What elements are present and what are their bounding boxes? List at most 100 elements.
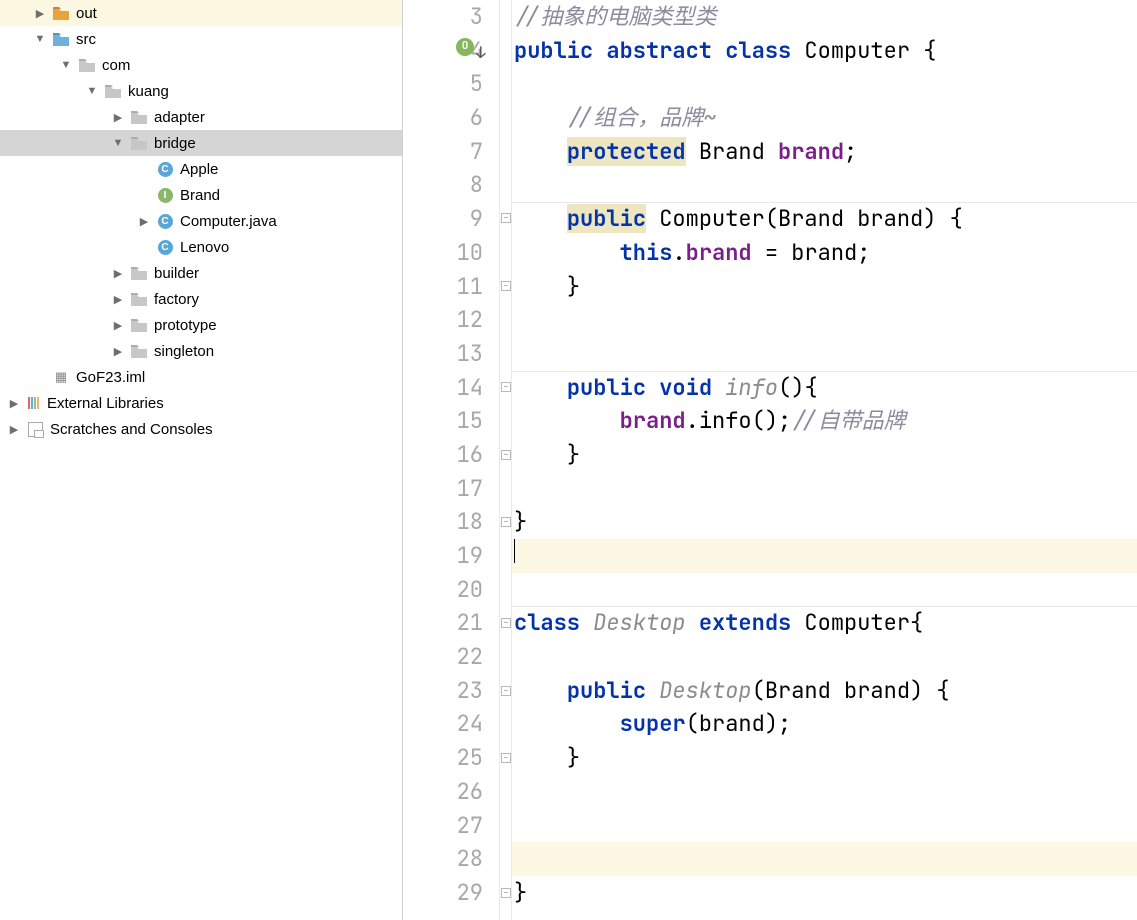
- tree-item-apple[interactable]: ▶ C Apple: [0, 156, 402, 182]
- line-number: 3: [403, 0, 483, 34]
- code-line[interactable]: super(brand);: [512, 707, 1137, 741]
- tree-label: External Libraries: [47, 395, 164, 412]
- line-number: 20: [403, 573, 483, 607]
- code-line[interactable]: this.brand = brand;: [512, 236, 1137, 270]
- code-line[interactable]: [512, 640, 1137, 674]
- tree-label: builder: [154, 265, 199, 282]
- tree-label: GoF23.iml: [76, 369, 145, 386]
- fold-open-icon[interactable]: –: [501, 382, 511, 392]
- tree-item-adapter[interactable]: ▶ adapter: [0, 104, 402, 130]
- code-line[interactable]: public Computer(Brand brand) {: [512, 202, 1137, 236]
- tree-item-src[interactable]: ▼ src: [0, 26, 402, 52]
- code-line[interactable]: public Desktop(Brand brand) {: [512, 674, 1137, 708]
- package-icon: [130, 343, 148, 359]
- tree-label: Scratches and Consoles: [50, 421, 213, 438]
- code-line[interactable]: [512, 168, 1137, 202]
- chevron-down-icon[interactable]: ▼: [32, 31, 48, 47]
- code-line[interactable]: [512, 842, 1137, 876]
- code-area[interactable]: //抽象的电脑类型类 public abstract class Compute…: [512, 0, 1137, 920]
- chevron-right-icon[interactable]: ▶: [110, 343, 126, 359]
- code-line[interactable]: [512, 573, 1137, 607]
- chevron-down-icon[interactable]: ▼: [110, 135, 126, 151]
- scratches-icon: [26, 421, 44, 437]
- chevron-right-icon[interactable]: ▶: [110, 317, 126, 333]
- chevron-right-icon[interactable]: ▶: [32, 5, 48, 21]
- tree-label: kuang: [128, 83, 169, 100]
- tree-label: prototype: [154, 317, 217, 334]
- class-icon: C: [156, 161, 174, 177]
- code-line[interactable]: }: [512, 270, 1137, 304]
- class-icon: C: [156, 213, 174, 229]
- fold-close-icon[interactable]: –: [501, 888, 511, 898]
- tree-item-brand[interactable]: ▶ I Brand: [0, 182, 402, 208]
- fold-open-icon[interactable]: –: [501, 213, 511, 223]
- chevron-right-icon[interactable]: ▶: [110, 291, 126, 307]
- library-icon: [26, 396, 41, 411]
- tree-item-com[interactable]: ▼ com: [0, 52, 402, 78]
- line-number: 27: [403, 809, 483, 843]
- code-line[interactable]: public void info(){: [512, 371, 1137, 405]
- fold-open-icon[interactable]: –: [501, 618, 511, 628]
- line-number: 7: [403, 135, 483, 169]
- code-line[interactable]: //组合，品牌~: [512, 101, 1137, 135]
- tree-label: factory: [154, 291, 199, 308]
- tree-item-computer[interactable]: ▶ C Computer.java: [0, 208, 402, 234]
- tree-item-scratches[interactable]: ▶ Scratches and Consoles: [0, 416, 402, 442]
- code-line[interactable]: [512, 67, 1137, 101]
- code-line[interactable]: protected Brand brand;: [512, 135, 1137, 169]
- tree-item-out[interactable]: ▶ out: [0, 0, 402, 26]
- fold-close-icon[interactable]: –: [501, 753, 511, 763]
- chevron-right-icon[interactable]: ▶: [6, 395, 22, 411]
- line-number: 21: [403, 606, 483, 640]
- iml-icon: ▦: [52, 369, 70, 385]
- tree-item-prototype[interactable]: ▶ prototype: [0, 312, 402, 338]
- line-number: 16: [403, 438, 483, 472]
- down-arrow-icon[interactable]: ↓: [476, 36, 486, 70]
- line-number: 11: [403, 270, 483, 304]
- line-number: 19: [403, 539, 483, 573]
- project-tree[interactable]: ▶ out ▼ src ▼ com ▼ kuang ▶ ada: [0, 0, 403, 920]
- package-icon: [130, 317, 148, 333]
- code-line[interactable]: }: [512, 438, 1137, 472]
- fold-close-icon[interactable]: –: [501, 517, 511, 527]
- code-line-cursor[interactable]: [512, 539, 1137, 573]
- tree-item-iml[interactable]: ▶ ▦ GoF23.iml: [0, 364, 402, 390]
- line-number: 9: [403, 202, 483, 236]
- line-number: 15: [403, 404, 483, 438]
- code-line[interactable]: }: [512, 741, 1137, 775]
- class-icon: C: [156, 239, 174, 255]
- line-number: 12: [403, 303, 483, 337]
- tree-item-builder[interactable]: ▶ builder: [0, 260, 402, 286]
- chevron-right-icon[interactable]: ▶: [110, 109, 126, 125]
- fold-close-icon[interactable]: –: [501, 450, 511, 460]
- tree-item-lenovo[interactable]: ▶ C Lenovo: [0, 234, 402, 260]
- code-line[interactable]: brand.info();//自带品牌: [512, 404, 1137, 438]
- gutter-line-numbers: 3 4 5 6 7 8 9 10 11 12 13 14 15 16 17 18…: [403, 0, 500, 920]
- code-line[interactable]: }: [512, 505, 1137, 539]
- line-number: 25: [403, 741, 483, 775]
- tree-item-external-libraries[interactable]: ▶ External Libraries: [0, 390, 402, 416]
- code-line[interactable]: [512, 337, 1137, 371]
- code-editor[interactable]: 3 4 5 6 7 8 9 10 11 12 13 14 15 16 17 18…: [403, 0, 1137, 920]
- code-line[interactable]: [512, 809, 1137, 843]
- tree-item-bridge[interactable]: ▼ bridge: [0, 130, 402, 156]
- chevron-right-icon[interactable]: ▶: [136, 213, 152, 229]
- chevron-right-icon[interactable]: ▶: [110, 265, 126, 281]
- fold-open-icon[interactable]: –: [501, 686, 511, 696]
- chevron-right-icon[interactable]: ▶: [6, 421, 22, 437]
- tree-item-factory[interactable]: ▶ factory: [0, 286, 402, 312]
- chevron-down-icon[interactable]: ▼: [84, 83, 100, 99]
- code-line[interactable]: class Desktop extends Computer{: [512, 606, 1137, 640]
- fold-close-icon[interactable]: –: [501, 281, 511, 291]
- chevron-down-icon[interactable]: ▼: [58, 57, 74, 73]
- code-line[interactable]: [512, 472, 1137, 506]
- code-line[interactable]: public abstract class Computer {: [512, 34, 1137, 68]
- tree-item-kuang[interactable]: ▼ kuang: [0, 78, 402, 104]
- line-number: 18: [403, 505, 483, 539]
- override-gutter-icon[interactable]: O: [456, 38, 474, 56]
- code-line[interactable]: //抽象的电脑类型类: [512, 0, 1137, 34]
- code-line[interactable]: }: [512, 876, 1137, 910]
- code-line[interactable]: [512, 303, 1137, 337]
- code-line[interactable]: [512, 775, 1137, 809]
- tree-item-singleton[interactable]: ▶ singleton: [0, 338, 402, 364]
